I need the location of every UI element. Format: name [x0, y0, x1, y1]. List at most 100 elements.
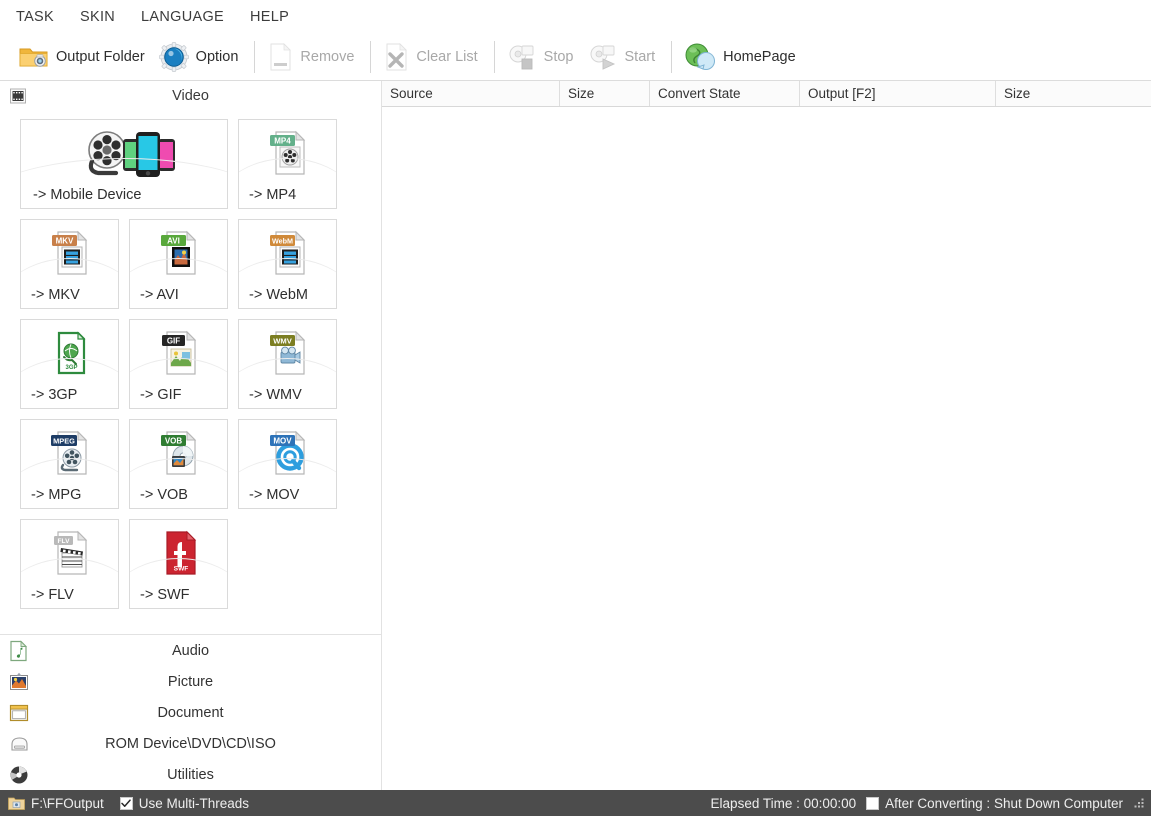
- gear-icon: [158, 41, 189, 72]
- svg-text:VOB: VOB: [164, 436, 182, 445]
- remove-button[interactable]: Remove: [262, 36, 363, 78]
- output-path-label[interactable]: F:\FFOutput: [31, 796, 104, 811]
- sidebar-item-picture[interactable]: Picture: [0, 666, 381, 697]
- column-header-output-size[interactable]: Size: [996, 81, 1151, 106]
- mpg-file-icon: MPEG: [21, 420, 118, 482]
- status-bar: F:\FFOutput Use Multi-Threads Elapsed Ti…: [0, 790, 1151, 816]
- checkbox-box-checked: [119, 796, 133, 810]
- stop-label: Stop: [543, 48, 574, 65]
- sidebar-item-label: Document: [157, 704, 224, 721]
- sidebar-header: Video: [0, 81, 381, 110]
- menu-help[interactable]: HELP: [250, 9, 289, 25]
- tile-row: MPEG -> MPG VOB -> VOB MOV -> MOV: [20, 419, 381, 509]
- clear-list-label: Clear List: [416, 48, 478, 65]
- tile-mkv[interactable]: MKV -> MKV: [20, 219, 119, 309]
- tile-webm[interactable]: WebM -> WebM: [238, 219, 337, 309]
- svg-text:MKV: MKV: [55, 236, 73, 245]
- tile-row: MKV -> MKV AVI -> AVI WebM -> WebM: [20, 219, 381, 309]
- flv-file-icon: FLV: [21, 520, 118, 582]
- column-header-source[interactable]: Source: [382, 81, 560, 106]
- tile-label: -> FLV: [31, 587, 74, 603]
- 3gp-file-icon: 3GP: [21, 320, 118, 382]
- tile-row: -> Mobile Device MP4 -> MP4: [20, 119, 381, 209]
- resize-grip-icon[interactable]: [1133, 797, 1145, 809]
- elapsed-time-label: Elapsed Time : 00:00:00: [710, 795, 857, 811]
- tile-mobile-device[interactable]: -> Mobile Device: [20, 119, 228, 209]
- mobile-device-icon: [21, 120, 227, 182]
- sidebar-item-document[interactable]: Document: [0, 697, 381, 728]
- use-multi-threads-label: Use Multi-Threads: [138, 795, 250, 811]
- output-folder-button[interactable]: Output Folder: [14, 36, 154, 78]
- avi-file-icon: AVI: [130, 220, 227, 282]
- tile-3gp[interactable]: 3GP -> 3GP: [20, 319, 119, 409]
- mov-file-icon: MOV: [239, 420, 336, 482]
- clear-list-button[interactable]: Clear List: [378, 36, 486, 78]
- svg-text:WMV: WMV: [273, 336, 292, 345]
- tile-swf[interactable]: SWF -> SWF: [129, 519, 228, 609]
- category-list: Audio Picture Document ROM Device\DVD\CD…: [0, 634, 381, 790]
- option-label: Option: [195, 48, 239, 65]
- sidebar-item-label: Audio: [171, 642, 210, 659]
- svg-text:SWF: SWF: [173, 566, 188, 573]
- gif-file-icon: GIF: [130, 320, 227, 382]
- film-strip-icon: [9, 87, 27, 105]
- homepage-button[interactable]: HomePage: [679, 36, 805, 78]
- status-right-group: Elapsed Time : 00:00:00 After Converting…: [711, 796, 1145, 811]
- svg-text:MP4: MP4: [274, 136, 291, 145]
- list-header-row: Source Size Convert State Output [F2] Si…: [382, 81, 1151, 107]
- svg-text:WebM: WebM: [271, 236, 292, 245]
- mkv-file-icon: MKV: [21, 220, 118, 282]
- music-note-icon: [9, 640, 28, 661]
- tile-avi[interactable]: AVI -> AVI: [129, 219, 228, 309]
- output-folder-icon: [19, 44, 49, 70]
- stop-icon: [507, 43, 537, 71]
- picture-icon: [9, 671, 29, 692]
- vob-file-icon: VOB: [130, 420, 227, 482]
- sidebar-item-audio[interactable]: Audio: [0, 635, 381, 666]
- tile-mov[interactable]: MOV -> MOV: [238, 419, 337, 509]
- main-body: Video -> Mobile Device MP4 -> MP4 MKV ->…: [0, 81, 1151, 790]
- svg-text:GIF: GIF: [166, 336, 179, 345]
- remove-file-icon: [267, 42, 293, 72]
- sidebar-header-title: Video: [172, 87, 209, 104]
- column-header-convert-state[interactable]: Convert State: [650, 81, 800, 106]
- option-button[interactable]: Option: [154, 36, 248, 78]
- toolbar: Output Folder Option Remove Clear List S…: [0, 33, 1151, 81]
- tile-mpg[interactable]: MPEG -> MPG: [20, 419, 119, 509]
- tools-disc-icon: [9, 765, 29, 785]
- globe-icon: [684, 42, 716, 72]
- list-rows-area[interactable]: [382, 107, 1151, 790]
- menu-task[interactable]: TASK: [16, 9, 54, 25]
- tile-vob[interactable]: VOB -> VOB: [129, 419, 228, 509]
- tile-mp4[interactable]: MP4 -> MP4: [238, 119, 337, 209]
- after-converting-checkbox[interactable]: After Converting : Shut Down Computer: [866, 796, 1123, 811]
- sidebar-item-label: Picture: [167, 673, 214, 690]
- swf-file-icon: SWF: [130, 520, 227, 582]
- tile-label: -> WebM: [249, 287, 308, 303]
- sidebar-item-utilities[interactable]: Utilities: [0, 759, 381, 790]
- column-header-output[interactable]: Output [F2]: [800, 81, 996, 106]
- output-folder-label: Output Folder: [56, 48, 145, 65]
- sidebar-item-label: ROM Device\DVD\CD\ISO: [105, 735, 276, 752]
- svg-text:FLV: FLV: [57, 538, 70, 545]
- tile-wmv[interactable]: WMV -> WMV: [238, 319, 337, 409]
- tile-label: -> Mobile Device: [33, 187, 142, 203]
- format-tile-grid: -> Mobile Device MP4 -> MP4 MKV -> MKV A…: [0, 110, 381, 634]
- document-icon: [9, 703, 29, 723]
- tile-flv[interactable]: FLV -> FLV: [20, 519, 119, 609]
- menu-language[interactable]: LANGUAGE: [141, 9, 224, 25]
- start-icon: [588, 43, 618, 71]
- menu-skin[interactable]: SKIN: [80, 9, 115, 25]
- output-path-folder-icon[interactable]: [8, 796, 25, 811]
- column-header-size[interactable]: Size: [560, 81, 650, 106]
- tile-label: -> AVI: [140, 287, 179, 303]
- webm-file-icon: WebM: [239, 220, 336, 282]
- tile-gif[interactable]: GIF -> GIF: [129, 319, 228, 409]
- svg-text:MOV: MOV: [273, 436, 292, 445]
- stop-button[interactable]: Stop: [502, 36, 583, 78]
- start-button[interactable]: Start: [583, 36, 665, 78]
- sidebar-item-rom-device[interactable]: ROM Device\DVD\CD\ISO: [0, 728, 381, 759]
- tile-row: 3GP -> 3GP GIF -> GIF WMV -> WMV: [20, 319, 381, 409]
- use-multi-threads-checkbox[interactable]: Use Multi-Threads: [119, 795, 250, 811]
- toolbar-divider-1: [254, 40, 256, 73]
